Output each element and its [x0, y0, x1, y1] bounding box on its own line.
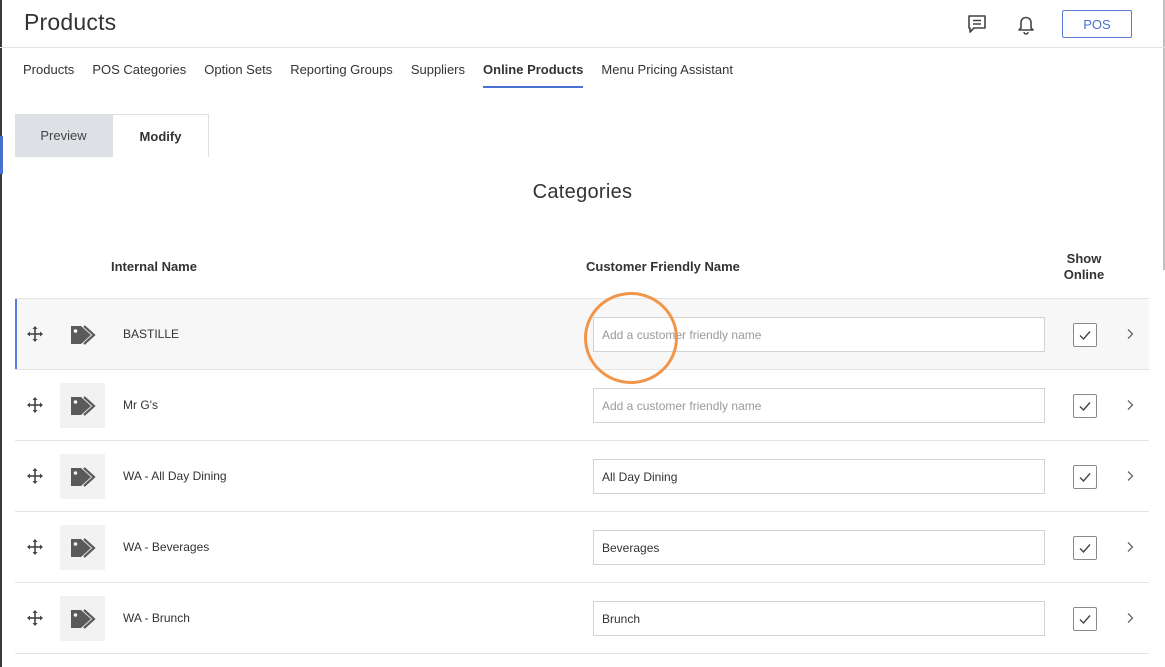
- chat-icon[interactable]: [965, 12, 989, 36]
- check-icon: [1079, 473, 1091, 483]
- page-title: Products: [24, 9, 117, 35]
- tag-icon: [60, 312, 105, 357]
- internal-name: WA - Beverages: [123, 540, 210, 554]
- tag-icon: [60, 596, 105, 641]
- internal-name: Mr G's: [123, 398, 158, 412]
- check-icon: [1079, 402, 1091, 412]
- table-row[interactable]: WA - Brunch: [15, 583, 1149, 654]
- chevron-right-icon[interactable]: [1121, 396, 1139, 414]
- table-row[interactable]: WA - All Day Dining: [15, 441, 1149, 512]
- show-online-checkbox[interactable]: [1073, 607, 1097, 631]
- check-icon: [1079, 544, 1091, 554]
- internal-name: BASTILLE: [123, 327, 180, 341]
- chevron-right-icon[interactable]: [1121, 467, 1139, 485]
- column-header-friendly-name: Customer Friendly Name: [586, 259, 740, 274]
- page-header: Products POS: [0, 0, 1165, 48]
- nav-item-products[interactable]: Products: [23, 61, 74, 88]
- product-nav: Products POS Categories Option Sets Repo…: [23, 61, 733, 89]
- tag-icon: [60, 525, 105, 570]
- chevron-right-icon[interactable]: [1121, 609, 1139, 627]
- nav-item-option-sets[interactable]: Option Sets: [204, 61, 272, 88]
- tab-preview[interactable]: Preview: [15, 114, 112, 157]
- table-row[interactable]: Mr G's: [15, 370, 1149, 441]
- chevron-right-icon[interactable]: [1121, 325, 1139, 343]
- bell-icon[interactable]: [1014, 12, 1038, 36]
- drag-handle-icon[interactable]: [26, 609, 44, 627]
- drag-handle-icon[interactable]: [26, 538, 44, 556]
- check-icon: [1079, 615, 1091, 625]
- drag-handle-icon[interactable]: [26, 396, 44, 414]
- show-online-checkbox[interactable]: [1073, 465, 1097, 489]
- friendly-name-input[interactable]: [593, 317, 1045, 352]
- friendly-name-input[interactable]: [593, 459, 1045, 494]
- drag-handle-icon[interactable]: [26, 467, 44, 485]
- friendly-name-input[interactable]: [593, 530, 1045, 565]
- tab-modify[interactable]: Modify: [112, 114, 209, 157]
- show-online-checkbox[interactable]: [1073, 394, 1097, 418]
- nav-item-menu-pricing-assistant[interactable]: Menu Pricing Assistant: [601, 61, 733, 88]
- check-icon: [1079, 331, 1091, 341]
- table-row[interactable]: BASTILLE: [15, 299, 1149, 370]
- column-header-internal-name: Internal Name: [111, 259, 197, 274]
- internal-name: WA - All Day Dining: [123, 469, 227, 483]
- column-header-show-online: Show Online: [1063, 251, 1105, 282]
- nav-item-online-products[interactable]: Online Products: [483, 61, 584, 88]
- pos-button[interactable]: POS: [1062, 10, 1132, 38]
- view-tabs: Preview Modify: [15, 114, 209, 157]
- nav-item-pos-categories[interactable]: POS Categories: [92, 61, 186, 88]
- show-online-checkbox[interactable]: [1073, 323, 1097, 347]
- friendly-name-input[interactable]: [593, 388, 1045, 423]
- window-left-border: [0, 0, 2, 667]
- nav-item-reporting-groups[interactable]: Reporting Groups: [290, 61, 393, 88]
- nav-item-suppliers[interactable]: Suppliers: [411, 61, 465, 88]
- left-scroll-accent: [0, 136, 3, 174]
- show-online-checkbox[interactable]: [1073, 536, 1097, 560]
- tag-icon: [60, 383, 105, 428]
- drag-handle-icon[interactable]: [26, 325, 44, 343]
- category-list: BASTILLE Mr G's WA - All Day Dining WA -…: [15, 298, 1149, 654]
- chevron-right-icon[interactable]: [1121, 538, 1139, 556]
- friendly-name-input[interactable]: [593, 601, 1045, 636]
- table-row[interactable]: WA - Beverages: [15, 512, 1149, 583]
- tag-icon: [60, 454, 105, 499]
- internal-name: WA - Brunch: [123, 611, 190, 625]
- section-title: Categories: [532, 181, 633, 203]
